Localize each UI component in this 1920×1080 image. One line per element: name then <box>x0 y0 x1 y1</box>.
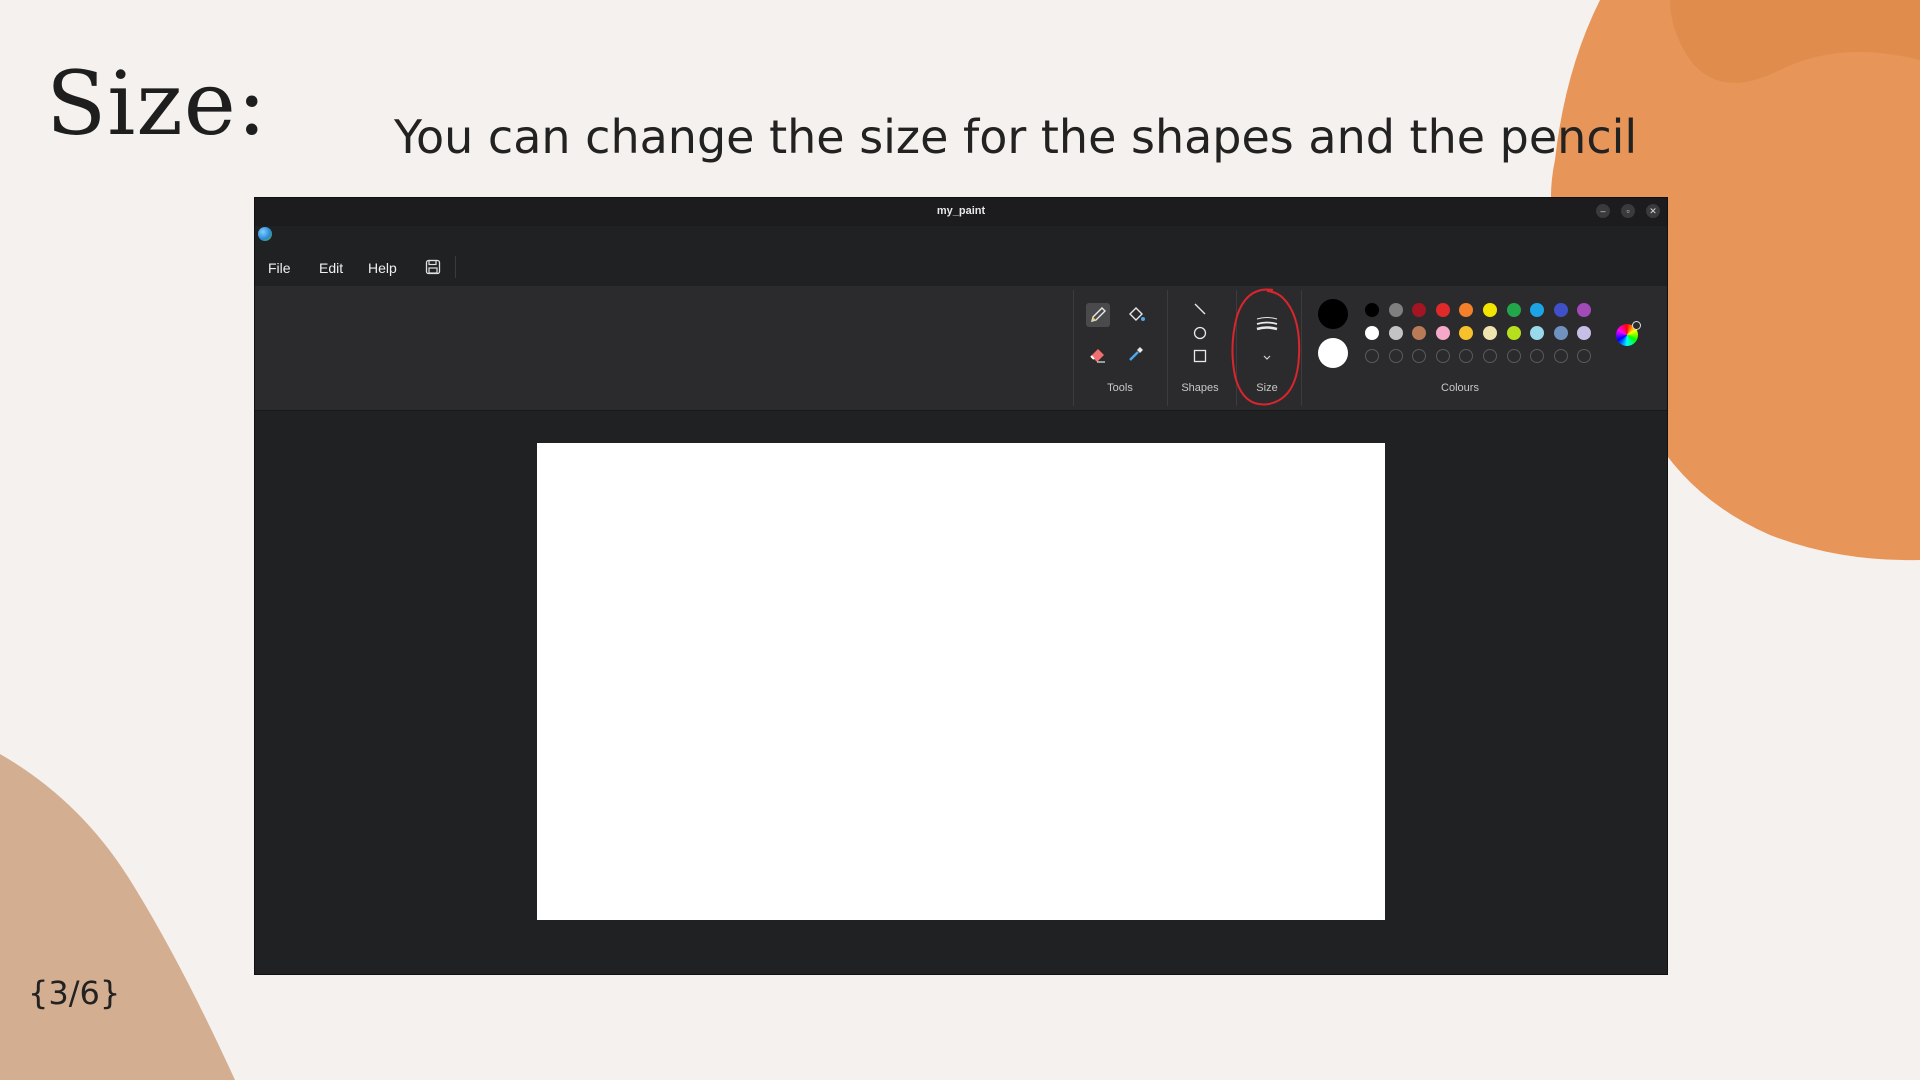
minimize-icon[interactable]: – <box>1596 204 1610 218</box>
page-number: {3/6} <box>28 974 121 1012</box>
color-swatch[interactable] <box>1365 303 1379 317</box>
primary-color-swatch[interactable] <box>1318 299 1348 329</box>
empty-color-slot[interactable] <box>1553 349 1568 363</box>
eraser-icon[interactable] <box>1086 342 1110 366</box>
color-swatch[interactable] <box>1388 326 1403 340</box>
color-swatch[interactable] <box>1483 326 1497 340</box>
menu-divider <box>455 256 456 278</box>
line-icon[interactable] <box>1188 297 1212 321</box>
empty-color-slot[interactable] <box>1365 349 1379 363</box>
maximize-icon[interactable]: ▫ <box>1621 204 1635 218</box>
ellipse-icon[interactable] <box>1188 321 1212 345</box>
empty-color-slot[interactable] <box>1483 349 1497 363</box>
empty-color-slot[interactable] <box>1577 349 1592 363</box>
rectangle-icon[interactable] <box>1188 344 1212 368</box>
empty-color-slot[interactable] <box>1388 349 1403 363</box>
save-icon[interactable] <box>425 259 441 275</box>
color-swatch[interactable] <box>1459 326 1474 340</box>
color-swatch[interactable] <box>1388 303 1403 317</box>
fill-bucket-icon[interactable] <box>1124 303 1148 327</box>
close-icon[interactable]: ✕ <box>1646 204 1660 218</box>
drawing-canvas[interactable] <box>537 443 1385 920</box>
menu-help[interactable]: Help <box>368 260 397 276</box>
color-swatch[interactable] <box>1506 326 1521 340</box>
window-title: my_paint <box>936 205 986 217</box>
color-wheel-icon[interactable] <box>1616 321 1641 346</box>
color-swatch[interactable] <box>1412 303 1427 317</box>
shapes-group-label: Shapes <box>1181 382 1219 394</box>
decorative-blob-bottom-left <box>0 754 235 1080</box>
color-swatch[interactable] <box>1483 303 1497 317</box>
title-bar: my_paint – ▫ ✕ <box>255 198 1667 226</box>
paint-app-window: my_paint – ▫ ✕ File Edit Help Tools Shap… <box>254 197 1668 975</box>
slide-subtitle: You can change the size for the shapes a… <box>394 110 1638 164</box>
empty-color-slot[interactable] <box>1412 349 1427 363</box>
color-swatch[interactable] <box>1553 303 1568 317</box>
empty-color-slot[interactable] <box>1459 349 1474 363</box>
color-swatch[interactable] <box>1435 303 1450 317</box>
ribbon-divider <box>1167 290 1168 406</box>
color-swatch[interactable] <box>1435 326 1450 340</box>
secondary-color-swatch[interactable] <box>1318 338 1348 368</box>
color-swatch[interactable] <box>1577 326 1592 340</box>
color-picker-icon[interactable] <box>1124 342 1148 366</box>
menu-file[interactable]: File <box>268 260 291 276</box>
empty-color-slot[interactable] <box>1435 349 1450 363</box>
color-swatch[interactable] <box>1459 303 1474 317</box>
app-globe-icon <box>258 227 272 241</box>
color-swatch[interactable] <box>1530 326 1545 340</box>
tools-group-label: Tools <box>1107 382 1133 394</box>
ribbon-toolbar: Tools Shapes Size Colours <box>255 286 1667 411</box>
color-swatch[interactable] <box>1412 326 1427 340</box>
menu-bar: File Edit Help <box>255 250 1667 284</box>
empty-color-slot[interactable] <box>1530 349 1545 363</box>
pencil-icon[interactable] <box>1086 303 1110 327</box>
color-swatch[interactable] <box>1530 303 1545 317</box>
menu-edit[interactable]: Edit <box>319 260 343 276</box>
annotation-circle <box>1231 288 1301 406</box>
slide-title: Size: <box>46 52 268 155</box>
empty-color-slot[interactable] <box>1506 349 1521 363</box>
color-swatch[interactable] <box>1365 326 1379 340</box>
colours-group-label: Colours <box>1441 382 1479 394</box>
color-swatch[interactable] <box>1577 303 1592 317</box>
ribbon-divider <box>1073 290 1074 406</box>
color-swatch[interactable] <box>1553 326 1568 340</box>
color-swatch[interactable] <box>1506 303 1521 317</box>
